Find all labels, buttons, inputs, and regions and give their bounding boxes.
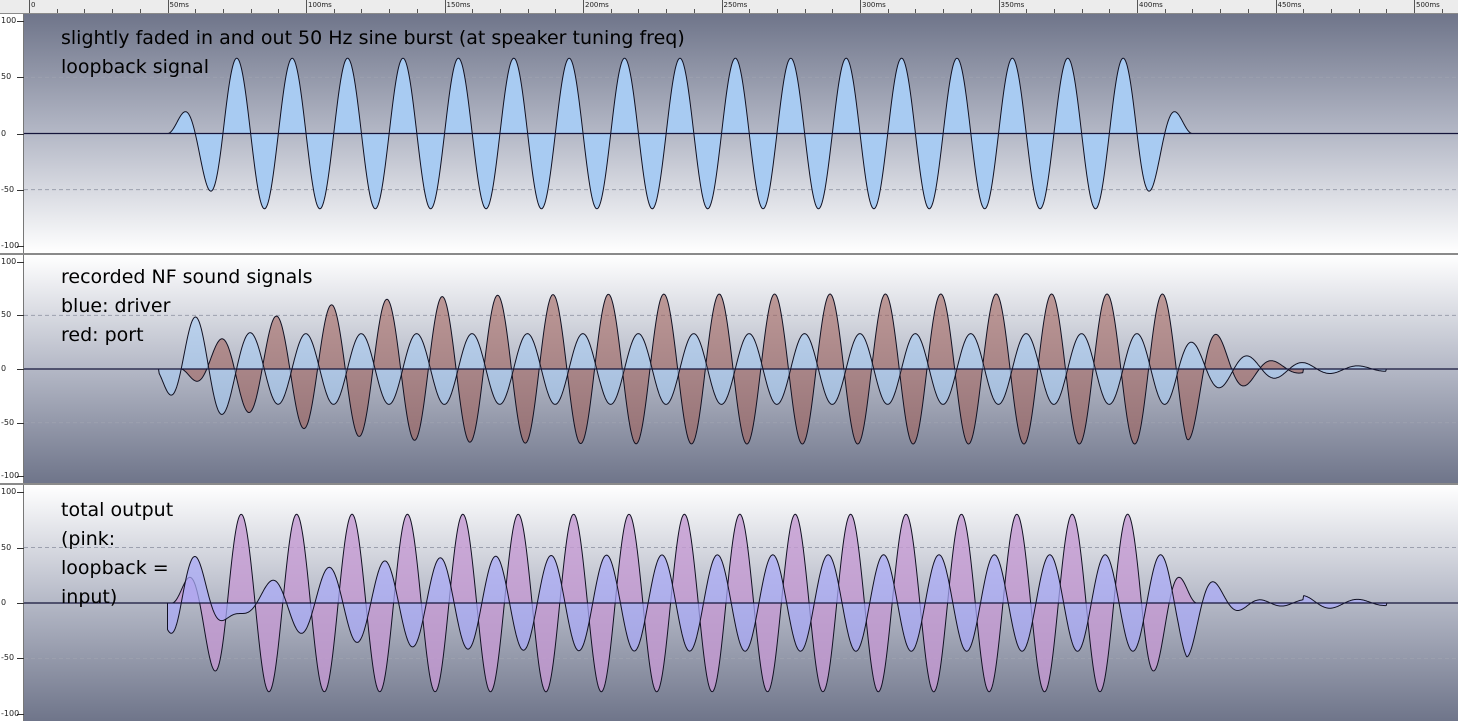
waveform-plot: [24, 485, 1458, 721]
ruler-label: 0: [31, 1, 36, 9]
ruler-label: 100ms: [308, 1, 332, 9]
y-tick: [17, 603, 24, 604]
y-tick-label: -100: [1, 471, 20, 481]
ruler-label: 450ms: [1277, 1, 1302, 9]
ruler-label: 50ms: [169, 1, 189, 9]
y-tick: [17, 315, 24, 317]
ruler-label: 400ms: [1139, 1, 1163, 9]
ruler-major-tick: [167, 0, 169, 13]
ruler-label: 500ms: [1416, 1, 1440, 9]
loopback-panel: 100 50 0 -50 -100 slightly faded in and out …: [0, 14, 1458, 253]
time-ruler: 0 50ms 100ms 150ms 200ms 250ms 300ms 350ms 400ms…: [0, 0, 1458, 14]
ruler-major-tick: [1414, 0, 1415, 13]
y-tick-label: 100: [1, 487, 17, 497]
y-tick: [17, 189, 24, 191]
y-tick-label: 50: [1, 542, 12, 552]
y-tick-label: 0: [1, 128, 7, 138]
y-tick-label: -100: [1, 240, 20, 250]
ruler-major-tick: [29, 0, 30, 13]
panel-label-line: loopback =: [61, 557, 169, 579]
panel-label-total: total output (pink: loopback = input): [61, 496, 173, 612]
ruler-major-tick: [306, 0, 307, 13]
y-tick-label: -50: [1, 417, 15, 427]
y-axis-loopback: 100 50 0 -50 -100: [0, 14, 24, 253]
y-tick: [17, 422, 24, 424]
ruler-label: 150ms: [446, 1, 471, 9]
panel-label-line: slightly faded in and out 50 Hz sine bur…: [61, 27, 685, 49]
y-tick-label: -50: [1, 184, 15, 194]
ruler-major-tick: [860, 0, 861, 13]
y-tick-label: 50: [1, 310, 12, 320]
y-tick: [17, 547, 24, 549]
y-tick-label: -50: [1, 653, 15, 663]
panel-label-recorded: recorded NF sound signals blue: driver r…: [61, 263, 312, 350]
y-tick-label: 0: [1, 598, 7, 607]
ruler-label: 250ms: [723, 1, 748, 9]
panel-label-loopback: slightly faded in and out 50 Hz sine bur…: [61, 24, 685, 82]
y-tick: [17, 77, 24, 79]
ruler-major-tick: [1137, 0, 1138, 13]
panel-label-line: input): [61, 586, 118, 608]
y-tick-label: 50: [1, 72, 12, 82]
total-panel: 100 50 0 -50 -100 total output (pink: loopba…: [0, 485, 1458, 721]
y-tick: [17, 492, 24, 494]
ruler-label: 200ms: [585, 1, 609, 9]
ruler-major-tick: [721, 0, 723, 13]
plot-total: [24, 485, 1458, 721]
ruler-label: 350ms: [1000, 1, 1025, 9]
y-tick: [17, 133, 24, 135]
panel-label-line: blue: driver: [61, 295, 171, 317]
y-tick: [17, 21, 24, 23]
panel-label-line: recorded NF sound signals: [61, 266, 313, 288]
y-tick-label: -100: [1, 708, 20, 718]
ruler-label: 300ms: [862, 1, 886, 9]
y-axis-recorded: 100 50 0 -50 -100: [0, 255, 24, 483]
y-tick: [17, 261, 24, 263]
y-tick: [17, 658, 24, 660]
panel-label-line: red: port: [61, 324, 144, 346]
ruler-major-tick: [583, 0, 584, 13]
ruler-major-tick: [1275, 0, 1277, 13]
panel-label-line: loopback signal: [61, 56, 209, 78]
y-axis-total: 100 50 0 -50 -100: [0, 485, 24, 721]
y-tick-label: 100: [1, 16, 17, 26]
recorded-panel: 100 50 0 -50 -100 recorded NF sound signals …: [0, 255, 1458, 483]
y-tick: [17, 369, 24, 370]
y-tick-label: 0: [1, 364, 7, 373]
ruler-major-tick: [998, 0, 1000, 13]
panel-label-line: total output: [61, 499, 174, 521]
panel-label-line: (pink:: [61, 528, 116, 550]
y-tick-label: 100: [1, 256, 17, 266]
ruler-major-tick: [444, 0, 446, 13]
